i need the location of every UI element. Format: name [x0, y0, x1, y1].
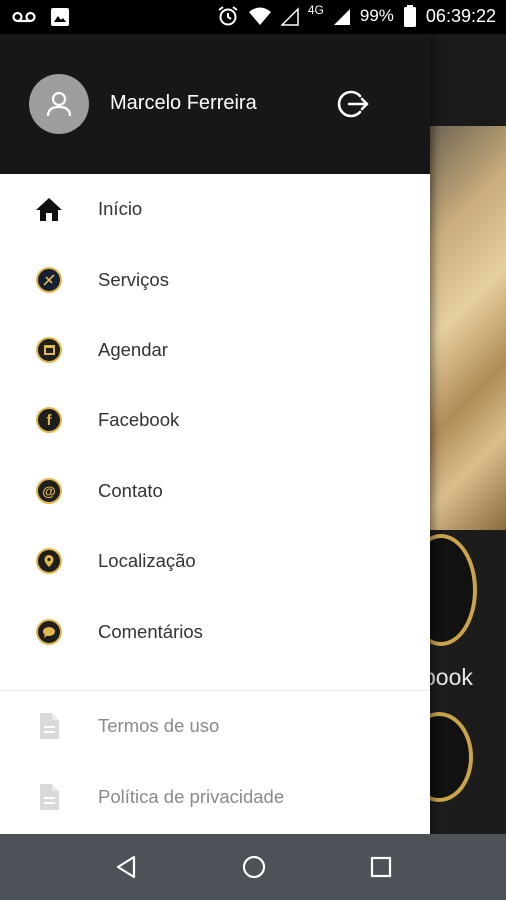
network-type: 4G [307, 3, 324, 17]
document-icon [34, 782, 64, 812]
menu-item-label: Contato [98, 479, 163, 501]
home-button[interactable] [239, 852, 269, 882]
menu-item-inicio[interactable]: Início [0, 174, 430, 244]
document-icon [34, 711, 64, 741]
menu-item-comentarios[interactable]: Comentários [0, 596, 430, 666]
image-icon [51, 8, 69, 26]
back-icon [116, 855, 136, 879]
clock: 06:39:22 [425, 5, 496, 26]
comment-icon [34, 617, 64, 647]
wifi-icon [248, 7, 271, 25]
services-icon [34, 265, 64, 295]
voicemail-icon [12, 11, 36, 23]
menu-item-label: Política de privacidade [98, 785, 285, 807]
person-icon [46, 91, 72, 117]
menu-item-localizacao[interactable]: Localização [0, 526, 430, 596]
logout-button[interactable] [337, 87, 371, 121]
background-photo [430, 126, 506, 530]
facebook-icon: f [34, 405, 64, 435]
menu-item-label: Localização [98, 550, 196, 572]
drawer-secondary-menu: Termos de uso Política de privacidade [0, 691, 430, 832]
alarm-icon [218, 6, 238, 26]
menu-item-label: Termos de uso [98, 715, 220, 737]
drawer-menu: Início Serviços Agendar f Facebook @ Con… [0, 174, 430, 667]
menu-item-termos[interactable]: Termos de uso [0, 691, 430, 761]
menu-item-label: Serviços [98, 268, 169, 290]
menu-item-label: Início [98, 198, 143, 220]
signal-icon [333, 9, 350, 25]
menu-item-label: Facebook [98, 409, 180, 431]
logout-icon [337, 90, 369, 118]
menu-item-agendar[interactable]: Agendar [0, 315, 430, 385]
menu-item-contato[interactable]: @ Contato [0, 456, 430, 526]
at-icon: @ [34, 476, 64, 506]
menu-item-label: Comentários [98, 620, 203, 642]
menu-item-politica[interactable]: Política de privacidade [0, 761, 430, 831]
status-bar: 4G 99% 06:39:22 [0, 0, 506, 34]
location-icon [34, 546, 64, 576]
battery-icon [403, 5, 416, 27]
user-name: Marcelo Ferreira [110, 92, 257, 114]
menu-item-facebook[interactable]: f Facebook [0, 385, 430, 455]
home-icon [34, 194, 64, 224]
navigation-drawer: Marcelo Ferreira Início Serviços Agendar… [0, 34, 430, 834]
home-circle-icon [242, 855, 266, 879]
back-button[interactable] [112, 852, 142, 882]
menu-item-servicos[interactable]: Serviços [0, 244, 430, 314]
calendar-icon [34, 335, 64, 365]
avatar[interactable] [29, 74, 89, 134]
recents-icon [370, 856, 392, 878]
menu-item-label: Agendar [98, 338, 168, 360]
drawer-header: Marcelo Ferreira [0, 34, 430, 174]
system-nav-bar [0, 834, 506, 900]
signal-icon [280, 7, 299, 26]
background-label: book [423, 664, 473, 690]
battery-percent: 99% [359, 6, 394, 25]
recents-button[interactable] [366, 852, 396, 882]
